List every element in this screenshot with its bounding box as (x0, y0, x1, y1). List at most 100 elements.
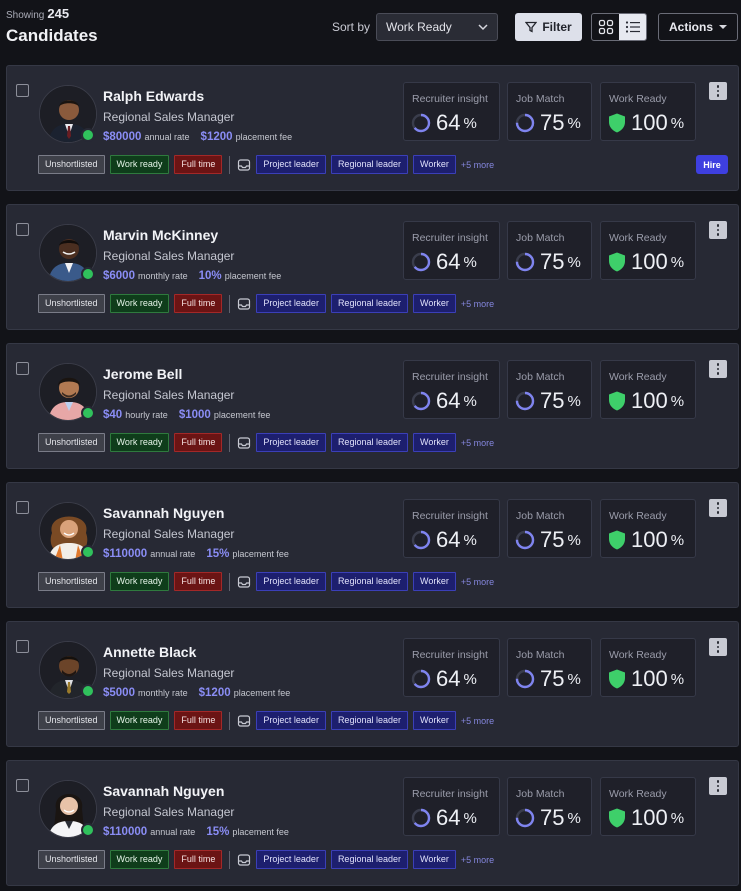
metric-number: 64 (436, 527, 461, 552)
work-ready-metric: Work Ready 100% (600, 777, 696, 836)
inbox-icon[interactable] (237, 714, 251, 728)
grid-view-button[interactable] (592, 14, 619, 40)
metric-value: 100% (607, 666, 684, 692)
percent-sign: % (463, 392, 477, 410)
hire-button[interactable]: Hire (696, 155, 728, 174)
tag-row: Unshortlisted Work ready Full time Proje… (38, 711, 494, 730)
rate-line: $80000 annual rate $1200 placement fee (103, 131, 300, 143)
more-skills-link[interactable]: +5 more (461, 855, 494, 865)
more-options-icon[interactable] (709, 82, 727, 100)
candidate-name[interactable]: Annette Black (103, 644, 196, 660)
skill-tag: Project leader (256, 433, 326, 452)
more-skills-link[interactable]: +5 more (461, 716, 494, 726)
skill-tag: Project leader (256, 711, 326, 730)
unshortlisted-tag[interactable]: Unshortlisted (38, 850, 105, 869)
percent-sign: % (463, 114, 477, 132)
inbox-icon[interactable] (237, 853, 251, 867)
select-checkbox[interactable] (16, 362, 29, 375)
divider (229, 572, 231, 591)
unshortlisted-tag[interactable]: Unshortlisted (38, 572, 105, 591)
metric-value: 64% (410, 388, 477, 414)
metric-label: Job Match (516, 788, 565, 800)
metric-value: 100% (607, 388, 684, 414)
candidate-card: Ralph Edwards Regional Sales Manager $80… (6, 65, 739, 191)
metric-number: 75 (540, 110, 565, 135)
skill-tag: Worker (412, 294, 456, 313)
more-options-icon[interactable] (709, 638, 727, 656)
metric-value: 100% (607, 110, 684, 136)
percent-sign: % (670, 670, 685, 688)
metric-value: 100% (607, 249, 684, 275)
more-skills-link[interactable]: +5 more (461, 577, 494, 587)
inbox-icon[interactable] (237, 575, 251, 589)
select-checkbox[interactable] (16, 779, 29, 792)
job-match-metric: Job Match 75% (507, 499, 592, 558)
candidate-card: Savannah Nguyen Regional Sales Manager $… (6, 760, 739, 886)
page-header: Showing 245 Candidates Sort by Work Ready… (0, 0, 741, 62)
actions-label: Actions (669, 20, 714, 34)
more-options-icon[interactable] (709, 499, 727, 517)
fee-unit: placement fee (224, 271, 282, 281)
more-options-icon[interactable] (709, 777, 727, 795)
percent-sign: % (670, 531, 685, 549)
more-options-icon[interactable] (709, 360, 727, 378)
metric-value: 64% (410, 666, 477, 692)
unshortlisted-tag[interactable]: Unshortlisted (38, 711, 105, 730)
filter-button[interactable]: Filter (515, 13, 582, 41)
more-skills-link[interactable]: +5 more (461, 438, 494, 448)
progress-ring-icon (515, 669, 535, 689)
result-count: Showing 245 (6, 6, 69, 21)
unshortlisted-tag[interactable]: Unshortlisted (38, 155, 105, 174)
fee-amount: $1200 (200, 131, 233, 143)
skill-tag: Regional leader (330, 155, 408, 174)
sort-select[interactable]: Work Ready (376, 13, 498, 41)
caret-down-icon (719, 25, 727, 29)
metric-value: 64% (410, 805, 477, 831)
inbox-icon[interactable] (237, 158, 251, 172)
candidate-name[interactable]: Savannah Nguyen (103, 783, 224, 799)
more-options-icon[interactable] (709, 221, 727, 239)
list-view-button[interactable] (619, 14, 646, 40)
candidate-name[interactable]: Marvin McKinney (103, 227, 218, 243)
job-match-metric: Job Match 75% (507, 82, 592, 141)
metric-value: 100% (607, 527, 684, 553)
select-checkbox[interactable] (16, 84, 29, 97)
actions-dropdown[interactable]: Actions (658, 13, 738, 41)
shield-icon (609, 530, 625, 550)
progress-ring-icon (411, 252, 431, 272)
skill-tag: Regional leader (330, 433, 408, 452)
candidate-role: Regional Sales Manager (103, 110, 235, 124)
recruiter-insight-metric: Recruiter insight 64% (403, 221, 500, 280)
divider (229, 711, 231, 730)
select-checkbox[interactable] (16, 501, 29, 514)
metric-label: Job Match (516, 232, 565, 244)
metric-number: 100 (631, 110, 668, 135)
candidate-card: Savannah Nguyen Regional Sales Manager $… (6, 482, 739, 608)
select-checkbox[interactable] (16, 223, 29, 236)
percent-sign: % (567, 809, 581, 827)
work-ready-metric: Work Ready 100% (600, 82, 696, 141)
full-time-tag: Full time (174, 850, 223, 869)
skill-tag: Worker (412, 433, 456, 452)
rate-amount: $110000 (103, 826, 148, 838)
metric-label: Work Ready (609, 649, 667, 661)
inbox-icon[interactable] (237, 297, 251, 311)
candidate-name[interactable]: Jerome Bell (103, 366, 182, 382)
job-match-metric: Job Match 75% (507, 360, 592, 419)
unshortlisted-tag[interactable]: Unshortlisted (38, 294, 105, 313)
percent-sign: % (567, 531, 581, 549)
unshortlisted-tag[interactable]: Unshortlisted (38, 433, 105, 452)
sort-label: Sort by (332, 20, 371, 34)
more-skills-link[interactable]: +5 more (461, 299, 494, 309)
candidate-role: Regional Sales Manager (103, 249, 235, 263)
rate-amount: $5000 (103, 687, 135, 699)
shield-icon (609, 113, 625, 133)
work-ready-tag: Work ready (109, 850, 170, 869)
more-skills-link[interactable]: +5 more (461, 160, 494, 170)
divider (229, 294, 231, 313)
candidate-name[interactable]: Ralph Edwards (103, 88, 204, 104)
select-checkbox[interactable] (16, 640, 29, 653)
inbox-icon[interactable] (237, 436, 251, 450)
candidate-name[interactable]: Savannah Nguyen (103, 505, 224, 521)
showing-count: 245 (47, 6, 70, 21)
